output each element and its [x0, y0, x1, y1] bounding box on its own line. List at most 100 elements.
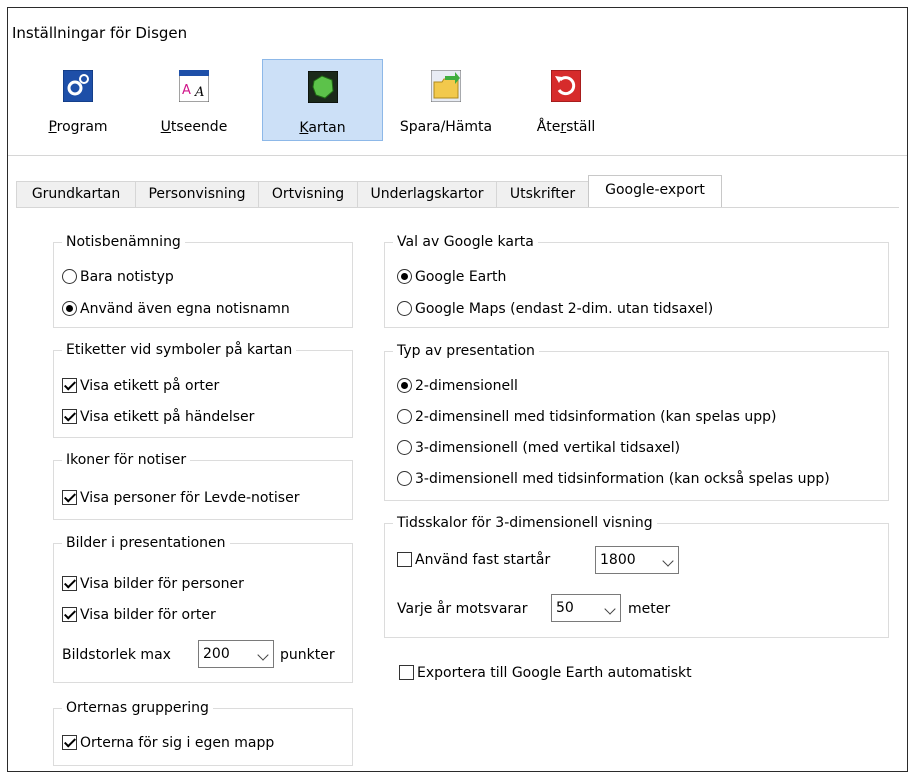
bilder-check-1[interactable]: Visa bilder för personer	[62, 573, 244, 595]
toolbar-spara-button[interactable]: Spara/Hämta	[391, 59, 501, 141]
svg-text:A: A	[194, 85, 204, 100]
etiketter-check-1[interactable]: Visa etikett på orter	[62, 375, 219, 397]
radio-button[interactable]	[397, 440, 412, 455]
toolbar-label: Kartan	[299, 120, 346, 136]
gruppering-check-1[interactable]: Orterna för sig i egen mapp	[62, 732, 274, 754]
toolbar-label: Program	[48, 119, 108, 135]
checkbox-label: Exportera till Google Earth automatiskt	[417, 665, 692, 681]
notis-option-2[interactable]: Använd även egna notisnamn	[62, 298, 290, 320]
notis-group: Notisbenämning Bara notistyp Använd även…	[53, 233, 353, 328]
group-legend: Etiketter vid symboler på kartan	[62, 341, 297, 359]
folder-icon	[431, 70, 461, 102]
toolbar-label: Spara/Hämta	[399, 119, 493, 135]
tab-google-export[interactable]: Google-export	[588, 175, 722, 207]
google-option-2[interactable]: Google Maps (endast 2-dim. utan tidsaxel…	[397, 298, 713, 320]
tab-grundkartan[interactable]: Grundkartan	[16, 181, 136, 208]
chevron-down-icon	[662, 555, 674, 567]
tab-divider	[16, 207, 899, 208]
radio-button[interactable]	[397, 301, 412, 316]
group-legend: Ikoner för notiser	[62, 451, 191, 469]
checkbox-label: Visa bilder för orter	[80, 607, 216, 623]
google-option-1[interactable]: Google Earth	[397, 266, 506, 288]
tab-underlagskartor[interactable]: Underlagskartor	[357, 181, 497, 208]
bildstorlek-select[interactable]: 200	[198, 640, 274, 668]
option-label: Google Earth	[415, 269, 507, 285]
year-unit: meter	[628, 601, 671, 617]
svg-text:A: A	[182, 83, 191, 98]
undo-icon	[551, 70, 581, 102]
checkbox[interactable]	[62, 735, 77, 750]
toolbar-label: Återställ	[536, 119, 596, 135]
startar-check[interactable]: Använd fast startår	[397, 549, 550, 571]
radio-button[interactable]	[62, 301, 77, 316]
checkbox-label: Visa etikett på händelser	[80, 409, 255, 425]
google-karta-group: Val av Google karta Google Earth Google …	[384, 233, 889, 328]
gruppering-group: Orternas gruppering Orterna för sig i eg…	[53, 699, 353, 766]
settings-window: Inställningar för Disgen Program A A Uts…	[7, 7, 908, 772]
tidsskalor-group: Tidsskalor för 3-dimensionell visning An…	[384, 514, 889, 638]
presentation-option-1[interactable]: 2-dimensionell	[397, 375, 518, 397]
checkbox-label: Visa bilder för personer	[80, 576, 244, 592]
checkbox[interactable]	[62, 409, 77, 424]
notis-option-1[interactable]: Bara notistyp	[62, 266, 174, 288]
option-label: Bara notistyp	[80, 269, 174, 285]
toolbar-program-button[interactable]: Program	[33, 59, 123, 141]
radio-button[interactable]	[397, 471, 412, 486]
startar-select[interactable]: 1800	[595, 546, 679, 574]
checkbox[interactable]	[397, 552, 412, 567]
checkbox-label: Visa etikett på orter	[80, 378, 220, 394]
toolbar-aterstall-button[interactable]: Återställ	[521, 59, 611, 141]
radio-button[interactable]	[397, 409, 412, 424]
ikoner-group: Ikoner för notiser Visa personer för Lev…	[53, 451, 353, 520]
checkbox[interactable]	[399, 665, 414, 680]
window-title: Inställningar för Disgen	[12, 24, 188, 42]
option-label: 2-dimensionell	[415, 378, 518, 394]
year-select[interactable]: 50	[551, 594, 621, 622]
bildstorlek-label: Bildstorlek max	[62, 647, 171, 663]
option-label: 2-dimensinell med tidsinformation (kan s…	[415, 409, 777, 425]
etiketter-group: Etiketter vid symboler på kartan Visa et…	[53, 341, 353, 438]
toolbar-utseende-button[interactable]: A A Utseende	[139, 59, 249, 141]
presentation-option-3[interactable]: 3-dimensionell (med vertikal tidsaxel)	[397, 437, 680, 459]
group-legend: Typ av presentation	[393, 342, 539, 360]
font-icon: A A	[179, 70, 209, 102]
tab-utskrifter[interactable]: Utskrifter	[496, 181, 589, 208]
checkbox-label: Använd fast startår	[415, 552, 551, 568]
checkbox[interactable]	[62, 576, 77, 591]
radio-button[interactable]	[397, 269, 412, 284]
year-label: Varje år motsvarar	[397, 601, 528, 617]
radio-button[interactable]	[62, 269, 77, 284]
checkbox[interactable]	[62, 607, 77, 622]
group-legend: Notisbenämning	[62, 233, 185, 251]
bildstorlek-unit: punkter	[280, 647, 335, 663]
bilder-check-2[interactable]: Visa bilder för orter	[62, 604, 216, 626]
presentation-option-4[interactable]: 3-dimensionell med tidsinformation (kan …	[397, 468, 830, 490]
checkbox-label: Orterna för sig i egen mapp	[80, 735, 275, 751]
option-label: Google Maps (endast 2-dim. utan tidsaxel…	[415, 301, 714, 317]
ikoner-check-1[interactable]: Visa personer för Levde-notiser	[62, 487, 299, 509]
option-label: 3-dimensionell med tidsinformation (kan …	[415, 471, 830, 487]
etiketter-check-2[interactable]: Visa etikett på händelser	[62, 406, 254, 428]
option-label: 3-dimensionell (med vertikal tidsaxel)	[415, 440, 681, 456]
chevron-down-icon	[604, 603, 616, 615]
gears-icon	[63, 70, 93, 102]
tab-personvisning[interactable]: Personvisning	[135, 181, 259, 208]
radio-button[interactable]	[397, 378, 412, 393]
checkbox[interactable]	[62, 490, 77, 505]
toolbar-separator	[8, 155, 907, 156]
export-check[interactable]: Exportera till Google Earth automatiskt	[399, 662, 692, 684]
group-legend: Orternas gruppering	[62, 699, 213, 717]
tab-ortvisning[interactable]: Ortvisning	[258, 181, 358, 208]
bilder-group: Bilder i presentationen Visa bilder för …	[53, 534, 353, 683]
toolbar-kartan-button[interactable]: Kartan	[262, 59, 383, 141]
checkbox[interactable]	[62, 378, 77, 393]
select-value: 200	[203, 646, 230, 662]
group-legend: Val av Google karta	[393, 233, 538, 251]
select-value: 1800	[600, 552, 636, 568]
checkbox-label: Visa personer för Levde-notiser	[80, 490, 300, 506]
group-legend: Tidsskalor för 3-dimensionell visning	[393, 514, 657, 532]
chevron-down-icon	[257, 649, 269, 661]
presentation-option-2[interactable]: 2-dimensinell med tidsinformation (kan s…	[397, 406, 777, 428]
presentation-group: Typ av presentation 2-dimensionell 2-dim…	[384, 342, 889, 501]
group-legend: Bilder i presentationen	[62, 534, 230, 552]
